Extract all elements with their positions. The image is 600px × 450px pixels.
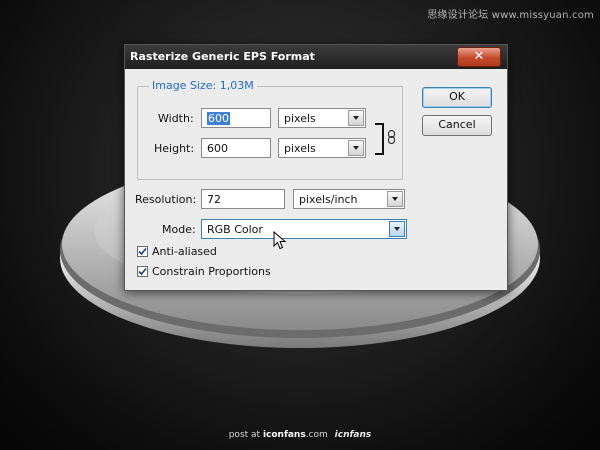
resolution-input[interactable]: 72 — [201, 189, 285, 209]
rasterize-dialog: Rasterize Generic EPS Format ✕ Image Siz… — [124, 44, 508, 291]
dialog-title: Rasterize Generic EPS Format — [130, 50, 315, 63]
mode-value: RGB Color — [207, 223, 263, 236]
anti-aliased-label: Anti-aliased — [152, 245, 217, 258]
width-input[interactable]: 600 — [201, 108, 271, 128]
credit-prefix: post at — [228, 430, 261, 440]
height-input[interactable]: 600 — [201, 138, 271, 158]
credit-footer: post at iconfans.com icnfans — [0, 430, 600, 440]
checkmark-icon — [138, 247, 147, 256]
height-label: Height: — [154, 142, 195, 155]
width-value: 600 — [207, 112, 230, 125]
mouse-cursor-icon — [273, 231, 287, 250]
credit-domain: .com — [305, 430, 328, 440]
checkmark-icon — [138, 267, 147, 276]
width-unit-select[interactable]: pixels — [278, 108, 366, 128]
height-value: 600 — [207, 142, 228, 155]
width-unit-value: pixels — [284, 112, 316, 125]
resolution-value: 72 — [207, 193, 221, 206]
chain-link-icon — [387, 130, 396, 144]
chevron-down-icon[interactable] — [348, 110, 364, 126]
resolution-unit-select[interactable]: pixels/inch — [293, 189, 405, 209]
link-bracket — [375, 123, 384, 155]
image-size-label: Image Size: 1,03M — [149, 79, 257, 92]
credit-site: iconfans — [262, 430, 306, 440]
resolution-unit-value: pixels/inch — [299, 193, 358, 206]
mode-label: Mode: — [162, 223, 196, 236]
chevron-down-icon[interactable] — [348, 140, 364, 156]
width-label: Width: — [158, 112, 194, 125]
constrain-proportions-checkbox[interactable] — [137, 266, 148, 277]
height-unit-select[interactable]: pixels — [278, 138, 366, 158]
credit-logo: icnfans — [334, 430, 372, 440]
image-size-group — [137, 86, 403, 180]
dialog-titlebar[interactable]: Rasterize Generic EPS Format ✕ — [125, 45, 507, 69]
ok-button[interactable]: OK — [422, 87, 492, 108]
chevron-down-icon[interactable] — [387, 191, 403, 207]
height-unit-value: pixels — [284, 142, 316, 155]
mode-select[interactable]: RGB Color — [201, 219, 407, 239]
close-button[interactable]: ✕ — [457, 47, 501, 67]
constrain-proportions-label: Constrain Proportions — [152, 265, 271, 278]
cancel-button[interactable]: Cancel — [422, 115, 492, 136]
chevron-down-icon[interactable] — [389, 221, 405, 237]
resolution-label: Resolution: — [135, 193, 197, 206]
anti-aliased-checkbox[interactable] — [137, 246, 148, 257]
